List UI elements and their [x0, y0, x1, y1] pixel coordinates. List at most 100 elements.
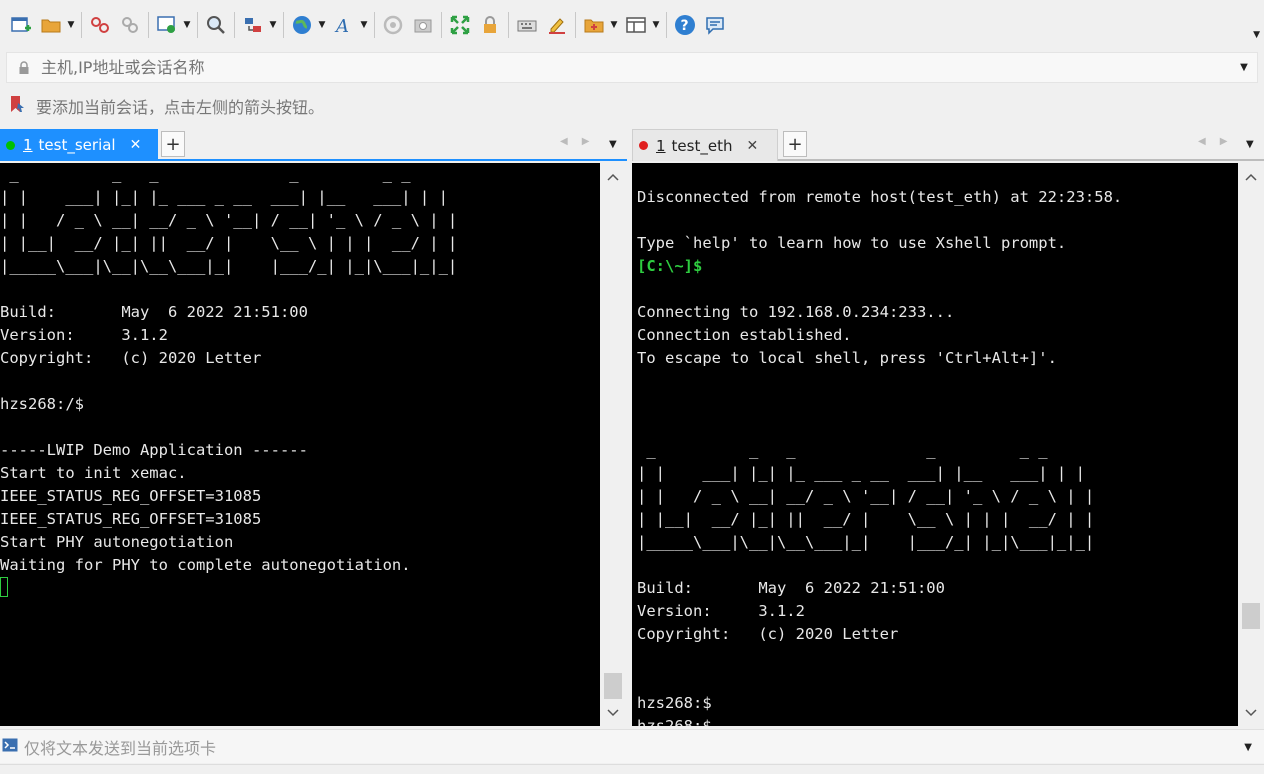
screenshot-icon[interactable]	[408, 10, 438, 40]
right-scrollbar[interactable]	[1240, 163, 1262, 726]
terminal-line: Build: May 6 2022 21:51:00	[637, 579, 945, 597]
window-dropdown-icon[interactable]: ▼	[182, 10, 192, 40]
terminal-line: Type `help' to learn how to use Xshell p…	[637, 234, 1067, 252]
sftp-icon[interactable]	[378, 10, 408, 40]
terminal-line: | |__| __/ |_| || __/ | \__ \ | | | __/ …	[0, 234, 458, 252]
terminal-line: hzs268:$	[637, 717, 712, 726]
left-scrollbar[interactable]	[602, 163, 624, 726]
left-session-pane: 1 test_serial ✕ + ◀ ▶ ▼ _ _ _ _ _ _ | | …	[0, 128, 627, 726]
hint-text: 要添加当前会话，点击左侧的箭头按钮。	[36, 98, 325, 117]
connected-status-icon	[6, 140, 15, 150]
terminal-line: Copyright: (c) 2020 Letter	[0, 349, 262, 367]
tab-test-eth[interactable]: 1 test_eth ✕	[632, 129, 778, 161]
scroll-down-icon[interactable]	[602, 703, 624, 723]
tab-prev-icon[interactable]: ◀	[1198, 136, 1206, 147]
highlight-icon[interactable]	[542, 10, 572, 40]
terminal-line: Version: 3.1.2	[637, 602, 805, 620]
layout-dropdown-icon[interactable]: ▼	[651, 10, 661, 40]
disconnect-icon[interactable]	[85, 10, 115, 40]
chat-icon[interactable]	[700, 10, 730, 40]
compose-bar: 仅将文本发送到当前选项卡 ▼	[0, 729, 1264, 763]
terminal-line: Copyright: (c) 2020 Letter	[637, 625, 899, 643]
open-dropdown-icon[interactable]: ▼	[66, 10, 76, 40]
terminal-line: IEEE_STATUS_REG_OFFSET=31085	[0, 487, 262, 505]
add-tab-button[interactable]: +	[161, 131, 185, 157]
tab-label: test_serial	[38, 136, 116, 154]
terminal-output: _ _ _ _ _ _ | | ___| |_| |_ ___ _ __ ___…	[0, 163, 600, 600]
tab-list-dropdown-icon[interactable]: ▼	[609, 139, 617, 150]
scroll-down-icon[interactable]	[1240, 703, 1262, 723]
right-tabbar: 1 test_eth ✕ + ◀ ▶ ▼	[632, 128, 1264, 161]
left-tabbar: 1 test_serial ✕ + ◀ ▶ ▼	[0, 128, 627, 161]
status-bar	[0, 764, 1264, 774]
terminal-line: Connecting to 192.168.0.234:233...	[637, 303, 955, 321]
tab-next-icon[interactable]: ▶	[1220, 136, 1228, 147]
compose-dropdown-icon[interactable]: ▼	[1244, 742, 1252, 753]
add-tab-button[interactable]: +	[783, 131, 807, 157]
compose-input[interactable]: 仅将文本发送到当前选项卡	[24, 735, 216, 759]
tab-label: test_eth	[671, 136, 733, 155]
tab-list-dropdown-icon[interactable]: ▼	[1246, 139, 1254, 150]
tab-next-icon[interactable]: ▶	[582, 136, 590, 147]
font-dropdown-icon[interactable]: ▼	[359, 10, 369, 40]
terminal-line: Connection established.	[637, 326, 852, 344]
right-terminal[interactable]: Disconnected from remote host(test_eth) …	[632, 163, 1238, 726]
find-icon[interactable]	[201, 10, 231, 40]
address-bar: ▼	[6, 52, 1258, 83]
fullscreen-icon[interactable]	[445, 10, 475, 40]
terminal-line: _ _ _ _ _ _	[9, 165, 411, 183]
transfer-dropdown-icon[interactable]: ▼	[268, 10, 278, 40]
terminal-line: | | ___| |_| |_ ___ _ __ ___| |__ ___| |…	[0, 188, 448, 206]
globe-icon[interactable]	[287, 10, 317, 40]
terminal-line: hzs268:/$	[0, 395, 84, 413]
keyboard-icon[interactable]	[512, 10, 542, 40]
disconnected-status-icon	[639, 141, 648, 150]
lock-icon	[7, 60, 41, 75]
right-session-pane: 1 test_eth ✕ + ◀ ▶ ▼ Disconnected from r…	[632, 128, 1264, 726]
new-window-icon[interactable]	[152, 10, 182, 40]
close-tab-icon[interactable]: ✕	[746, 138, 758, 154]
terminal-line: | | / _ \ __| __/ _ \ '__| / __| '_ \ / …	[0, 211, 458, 229]
terminal-line: |_____\___|\__|\__\___|_| |___/_| |_|\__…	[637, 533, 1095, 551]
scroll-thumb[interactable]	[604, 673, 622, 699]
left-terminal[interactable]: _ _ _ _ _ _ | | ___| |_| |_ ___ _ __ ___…	[0, 163, 600, 726]
host-input[interactable]	[41, 53, 1231, 82]
scroll-thumb[interactable]	[1242, 603, 1260, 629]
script-dropdown-icon[interactable]: ▼	[609, 10, 619, 40]
terminal-line: | | / _ \ __| __/ _ \ '__| / __| '_ \ / …	[637, 487, 1095, 505]
terminal-line: | |__| __/ |_| || __/ | \__ \ | | | __/ …	[637, 510, 1095, 528]
layout-icon[interactable]	[621, 10, 651, 40]
main-toolbar: ▼ ▼ ▼ ▼ A ▼ ▼ ▼ ?	[0, 0, 1264, 50]
svg-text:?: ?	[681, 18, 689, 34]
script-icon[interactable]	[579, 10, 609, 40]
reconnect-icon[interactable]	[115, 10, 145, 40]
local-shell-prompt: [C:\~]$	[637, 257, 703, 275]
terminal-output: Disconnected from remote host(test_eth) …	[637, 163, 1238, 726]
terminal-send-icon[interactable]	[2, 737, 18, 756]
scroll-up-icon[interactable]	[1240, 167, 1262, 187]
toolbar-overflow-icon[interactable]: ▼	[1253, 30, 1260, 40]
terminal-line: -----LWIP Demo Application ------	[0, 441, 308, 459]
terminal-line: Version: 3.1.2	[0, 326, 168, 344]
globe-dropdown-icon[interactable]: ▼	[317, 10, 327, 40]
help-icon[interactable]: ?	[670, 10, 700, 40]
font-icon[interactable]: A	[329, 10, 359, 40]
open-folder-icon[interactable]	[36, 10, 66, 40]
session-hint: 要添加当前会话，点击左侧的箭头按钮。	[6, 90, 324, 122]
tab-number: 1	[656, 136, 666, 155]
lock-icon[interactable]	[475, 10, 505, 40]
tab-test-serial[interactable]: 1 test_serial ✕	[0, 129, 158, 161]
tab-prev-icon[interactable]: ◀	[560, 136, 568, 147]
terminal-cursor	[0, 577, 8, 597]
terminal-line: hzs268:$	[637, 694, 712, 712]
svg-text:A: A	[334, 16, 349, 36]
bookmark-arrow-icon[interactable]	[6, 93, 28, 119]
terminal-line: Disconnected from remote host(test_eth) …	[637, 188, 1123, 206]
close-tab-icon[interactable]: ✕	[130, 137, 142, 153]
host-dropdown-icon[interactable]: ▼	[1231, 62, 1257, 73]
new-session-icon[interactable]	[6, 10, 36, 40]
scroll-up-icon[interactable]	[602, 167, 624, 187]
terminal-line: Start PHY autonegotiation	[0, 533, 234, 551]
transfer-icon[interactable]	[238, 10, 268, 40]
terminal-line: _ _ _ _ _ _	[646, 441, 1048, 459]
